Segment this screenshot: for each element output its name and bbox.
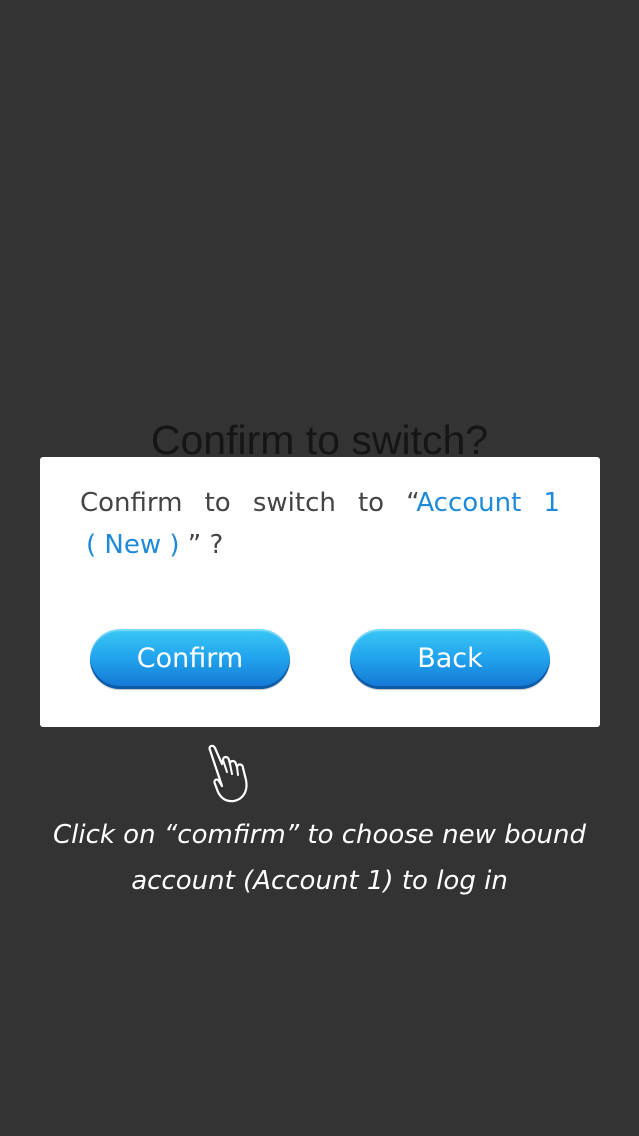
- instruction-line-2: account (Account 1) to log in: [131, 866, 508, 896]
- message-word-to-2: to: [357, 488, 385, 518]
- message-word-to: to: [204, 488, 231, 518]
- close-quote-question: ” ?: [187, 530, 224, 560]
- message-word-switch: switch: [252, 488, 336, 518]
- account-name-word: Account: [416, 488, 522, 518]
- hand-pointer-icon: [204, 744, 260, 804]
- account-name-start: “Account: [406, 482, 521, 524]
- message-line-1: Confirm to switch to “Account 1: [80, 482, 560, 524]
- message-line-2: ( New ) ” ?: [80, 524, 560, 566]
- instruction-line-1: Click on “comfirm” to choose new bound: [52, 820, 587, 850]
- account-new-tag: ( New ): [86, 530, 180, 560]
- message-word-confirm: Confirm: [80, 488, 183, 518]
- switch-account-dialog: Confirm to switch to “Account 1 ( New ) …: [40, 457, 600, 727]
- account-number: 1: [543, 488, 560, 518]
- open-quote: “: [406, 488, 417, 518]
- instruction-text: Click on “comfirm” to choose new bound a…: [0, 812, 639, 904]
- back-button[interactable]: Back: [350, 629, 550, 689]
- dialog-message: Confirm to switch to “Account 1 ( New ) …: [80, 482, 560, 566]
- confirm-button[interactable]: Confirm: [90, 629, 290, 689]
